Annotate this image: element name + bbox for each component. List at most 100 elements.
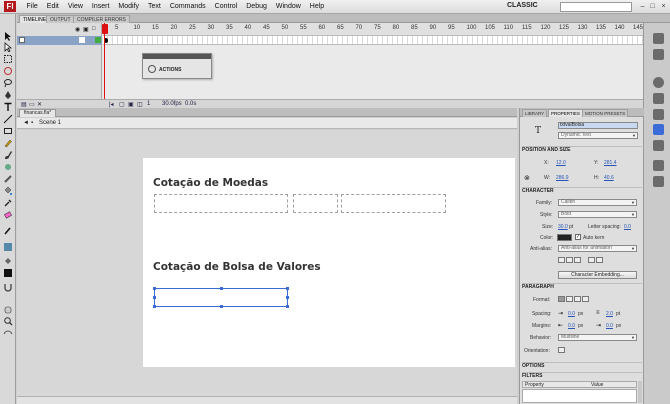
menu-edit[interactable]: Edit — [42, 3, 63, 10]
search-input[interactable] — [560, 2, 632, 12]
color-panel-icon[interactable] — [653, 33, 664, 44]
onion-outline-icon[interactable]: ▣ — [128, 101, 134, 108]
superscript-icon[interactable] — [588, 257, 595, 263]
scene-breadcrumb[interactable]: Scene 1 — [39, 120, 61, 126]
menu-control[interactable]: Control — [210, 3, 242, 10]
instance-name-input[interactable]: txtvalBolsa — [558, 122, 638, 129]
actions-floating-panel[interactable]: ACTIONS — [142, 53, 212, 79]
bone-tool-icon[interactable] — [3, 174, 13, 184]
swatches-icon[interactable] — [653, 49, 664, 60]
close-icon[interactable]: × — [659, 2, 668, 11]
new-layer-icon[interactable]: ▤ — [21, 101, 27, 108]
paint-bucket-fill-icon[interactable] — [3, 256, 13, 266]
pen-tool-icon[interactable] — [3, 90, 13, 100]
layer-visible-dot[interactable] — [79, 37, 85, 43]
antialias-select[interactable]: Anti-alias for animation — [558, 245, 637, 252]
actions-panel-titlebar[interactable] — [143, 54, 211, 59]
snap-icon[interactable] — [3, 282, 13, 292]
margin-right-value[interactable]: 0.0 — [606, 323, 613, 329]
w-value[interactable]: 286.9 — [556, 175, 569, 181]
stroke-color-icon[interactable] — [3, 226, 13, 236]
section-filters[interactable]: FILTERS — [522, 372, 642, 379]
line-tool-icon[interactable] — [3, 114, 13, 124]
selectable-icon[interactable] — [558, 257, 565, 263]
menu-help[interactable]: Help — [305, 3, 328, 10]
center-frame-icon[interactable]: |◂ — [109, 101, 114, 108]
playhead-handle[interactable] — [102, 24, 108, 34]
render-html-icon[interactable] — [566, 257, 573, 263]
letter-spacing-value[interactable]: 0.0 — [624, 224, 631, 230]
components-icon[interactable] — [653, 160, 664, 171]
text-field-moeda-1[interactable] — [154, 194, 288, 213]
black-white-swatch[interactable] — [3, 268, 13, 278]
text-field-bolsa-selected[interactable] — [153, 287, 289, 308]
tab-properties[interactable]: PROPERTIES — [548, 109, 583, 117]
section-options[interactable]: OPTIONS — [522, 362, 642, 369]
align-left-icon[interactable] — [558, 296, 565, 302]
text-color-swatch[interactable] — [557, 234, 572, 241]
deco-tool-icon[interactable] — [3, 162, 13, 172]
filters-scrollbar[interactable] — [638, 381, 642, 403]
pencil-tool-icon[interactable] — [3, 138, 13, 148]
text-tool-icon[interactable] — [3, 102, 13, 112]
info-panel-icon[interactable] — [653, 93, 664, 104]
orientation-icon[interactable] — [558, 347, 565, 353]
text-field-moeda-3[interactable] — [341, 194, 446, 213]
eye-icon[interactable]: ◉ — [75, 26, 80, 33]
text-field-moeda-2[interactable] — [293, 194, 338, 213]
fill-color-swatch[interactable] — [3, 242, 13, 252]
transform-handle[interactable] — [286, 296, 289, 299]
menu-text[interactable]: Text — [144, 3, 166, 10]
tab-library[interactable]: LIBRARY — [522, 109, 548, 117]
menu-view[interactable]: View — [63, 3, 87, 10]
pasteboard[interactable]: Cotação de Moedas Cotação de Bolsa de Va… — [17, 130, 517, 404]
transform-handle[interactable] — [220, 305, 223, 308]
tab-motion-presets[interactable]: MOTION PRESETS — [582, 109, 629, 117]
x-value[interactable]: 12.0 — [556, 160, 566, 166]
text-type-select[interactable]: Dynamic Text — [558, 132, 638, 139]
behavior-select[interactable]: Multiline — [558, 334, 637, 341]
subscript-icon[interactable] — [596, 257, 603, 263]
size-value[interactable]: 30.0 — [558, 224, 568, 230]
transform-handle[interactable] — [286, 287, 289, 290]
outline-icon[interactable]: □ — [92, 26, 96, 32]
y-value[interactable]: 281.4 — [604, 160, 617, 166]
spacing-line-value[interactable]: 2.0 — [606, 311, 613, 317]
transform-handle[interactable] — [153, 305, 156, 308]
selection-tool-icon[interactable] — [3, 31, 13, 41]
lasso-tool-icon[interactable] — [3, 78, 13, 88]
brush-tool-icon[interactable] — [3, 150, 13, 160]
edit-multiple-icon[interactable]: ◫ — [137, 101, 143, 108]
transform-handle[interactable] — [220, 287, 223, 290]
frame-rate[interactable]: 30.0fps — [162, 101, 182, 107]
stage[interactable]: Cotação de Moedas Cotação de Bolsa de Va… — [143, 158, 515, 367]
horizontal-scrollbar[interactable] — [17, 396, 517, 404]
menu-window[interactable]: Window — [271, 3, 305, 10]
menu-file[interactable]: File — [22, 3, 42, 10]
character-embedding-button[interactable]: Character Embedding... — [558, 271, 637, 279]
filters-table[interactable] — [522, 389, 637, 403]
transform-handle[interactable] — [153, 287, 156, 290]
properties-panel-icon[interactable] — [653, 124, 664, 135]
maximize-icon[interactable]: □ — [648, 2, 657, 11]
link-icon[interactable]: ⊗ — [524, 174, 530, 182]
menu-modify[interactable]: Modify — [114, 3, 144, 10]
menu-debug[interactable]: Debug — [242, 3, 272, 10]
tab-compiler-errors[interactable]: COMPILER ERRORS — [73, 15, 130, 23]
smooth-icon[interactable] — [3, 328, 13, 338]
hand-tool-icon[interactable] — [3, 304, 13, 314]
layer-row[interactable] — [17, 36, 102, 45]
family-select[interactable]: Calibri — [558, 199, 637, 206]
style-select[interactable]: Bold — [558, 211, 637, 218]
frame-ruler[interactable]: 5 10 15 20 25 30 35 40 45 50 55 60 65 70 75 80 85 90 95 100… — [103, 23, 643, 36]
3d-rotation-tool-icon[interactable] — [3, 66, 13, 76]
align-center-icon[interactable] — [566, 296, 573, 302]
eraser-tool-icon[interactable] — [3, 210, 13, 220]
free-transform-tool-icon[interactable] — [3, 54, 13, 64]
menu-commands[interactable]: Commands — [165, 3, 210, 10]
library-panel-icon[interactable] — [653, 140, 664, 151]
document-tab[interactable]: financas.fla* — [19, 109, 57, 117]
section-character[interactable]: CHARACTER — [522, 187, 642, 194]
menu-insert[interactable]: Insert — [87, 3, 114, 10]
spacing-indent-value[interactable]: 0.0 — [568, 311, 575, 317]
